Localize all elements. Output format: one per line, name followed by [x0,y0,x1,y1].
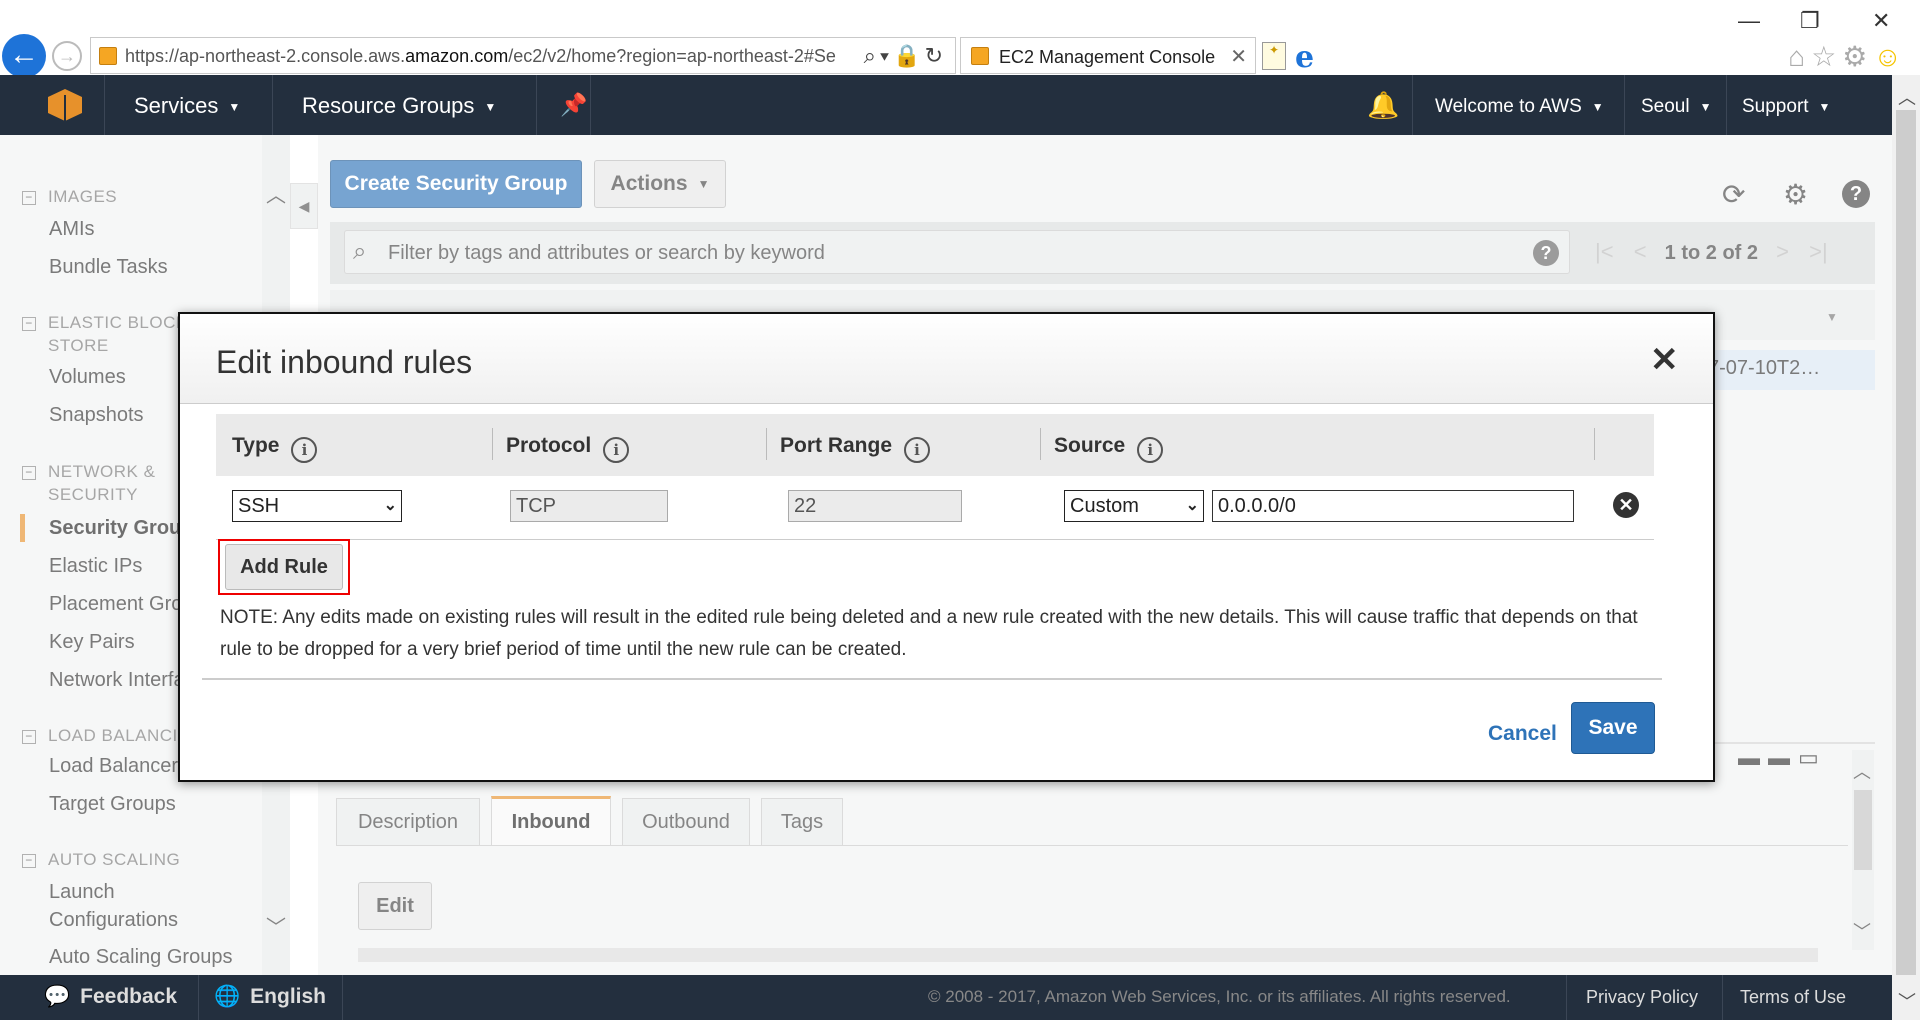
smiley-icon: ☺ [1873,41,1908,72]
favorites-icon: ☆ [1811,41,1843,72]
services-menu[interactable]: Services ▼ [134,93,240,119]
rule-row: SSH ⌄ TCP 22 Custom ⌄ 0.0.0.0/0 [216,476,1654,540]
terms-of-use-link[interactable]: Terms of Use [1740,987,1846,1008]
chevron-down-icon: ▼ [1699,99,1712,114]
chevron-down-icon: ▼ [1591,99,1604,114]
aws-top-nav: Services ▼ Resource Groups ▼ 📌 🔔 Welcome t… [0,75,1892,135]
column-type: Type i [232,434,318,463]
copyright-text: © 2008 - 2017, Amazon Web Services, Inc.… [928,987,1511,1006]
source-cidr-input[interactable]: 0.0.0.0/0 [1212,490,1574,522]
column-protocol: Protocol i [506,434,630,463]
rules-table-header: Type i Protocol i Port Range i Source i [216,414,1654,476]
privacy-policy-link[interactable]: Privacy Policy [1586,987,1698,1008]
ie-logo-icon: e [1295,40,1315,75]
info-icon[interactable]: i [904,437,931,463]
chevron-down-icon[interactable]: ﹀ [1898,988,1916,1014]
minimize-icon[interactable]: — [1738,8,1760,34]
edit-inbound-rules-dialog: Edit inbound rules ✕ Type i Protocol i Por… [178,312,1715,782]
account-menu[interactable]: Welcome to AWS ▼ [1435,96,1604,118]
footer: 💬 Feedback 🌐 English © 2008 - 2017, Amazon… [0,975,1892,1020]
column-source: Source i [1054,434,1164,463]
source-type-select[interactable]: Custom ⌄ [1064,490,1204,522]
search-icon: ⌕ [863,43,880,68]
home-icon: ⌂ [1788,41,1812,72]
dialog-header: Edit inbound rules ✕ [180,314,1713,404]
page-scroll-thumb[interactable] [1896,110,1916,975]
browser-toolbar: ← → https://ap-northeast-2.console.aws.a… [0,0,1920,78]
tab-favicon-icon [971,47,989,65]
add-rule-button[interactable]: Add Rule [225,544,343,590]
address-bar[interactable]: https://ap-northeast-2.console.aws.amazo… [90,37,956,74]
site-favicon-icon [99,47,117,65]
bell-icon[interactable]: 🔔 [1367,90,1399,121]
browser-tab[interactable]: EC2 Management Console ✕ [960,37,1256,74]
info-icon[interactable]: i [1137,437,1164,463]
column-port-range: Port Range i [780,434,931,463]
chat-icon: 💬 [44,985,71,1008]
feedback-link[interactable]: 💬 Feedback [44,985,177,1009]
language-link[interactable]: 🌐 English [214,985,326,1009]
globe-icon: 🌐 [214,985,241,1008]
chevron-down-icon: ▼ [228,100,241,115]
new-tab-icon[interactable]: ✦ [1262,42,1286,70]
url-text: https://ap-northeast-2.console.aws.amazo… [125,46,836,66]
resource-groups-menu[interactable]: Resource Groups ▼ [302,93,496,119]
chevron-up-icon[interactable]: ︿ [1898,84,1916,110]
refresh-icon: ↻ [924,43,947,68]
edit-note-text: NOTE: Any edits made on existing rules w… [220,607,1638,660]
support-menu[interactable]: Support ▼ [1742,96,1830,118]
dialog-title: Edit inbound rules [216,344,473,380]
tab-close-icon[interactable]: ✕ [1230,44,1247,69]
protocol-field: TCP [510,490,668,522]
pin-icon[interactable]: 📌 [560,92,587,118]
chevron-down-icon: ⌄ [383,497,397,514]
settings-gear-icon: ⚙ [1842,41,1874,72]
browser-tools[interactable]: ⌂☆⚙☺ [1788,40,1908,73]
chevron-down-icon: ▼ [1818,99,1831,114]
restore-icon[interactable]: ❐ [1800,8,1820,34]
type-select[interactable]: SSH ⌄ [232,490,402,522]
tab-title: EC2 Management Console [999,47,1216,67]
chevron-down-icon: ⌄ [1185,497,1199,514]
lock-icon: 🔒 [893,43,925,68]
address-tools[interactable]: ⌕▾🔒↻ [864,43,947,69]
cancel-button[interactable]: Cancel [1488,722,1557,746]
remove-rule-icon[interactable]: ✕ [1613,492,1639,518]
close-icon[interactable]: ✕ [1650,343,1679,377]
forward-arrow-icon[interactable]: → [52,41,82,71]
port-range-field: 22 [788,490,962,522]
info-icon[interactable]: i [291,437,318,463]
region-menu[interactable]: Seoul ▼ [1641,96,1712,118]
chevron-down-icon: ▼ [484,100,497,115]
back-arrow-icon[interactable]: ← [2,34,46,78]
window-close-icon[interactable]: ✕ [1872,8,1890,34]
save-button[interactable]: Save [1571,702,1655,754]
dropdown-icon: ▾ [879,43,894,68]
info-icon[interactable]: i [603,437,630,463]
